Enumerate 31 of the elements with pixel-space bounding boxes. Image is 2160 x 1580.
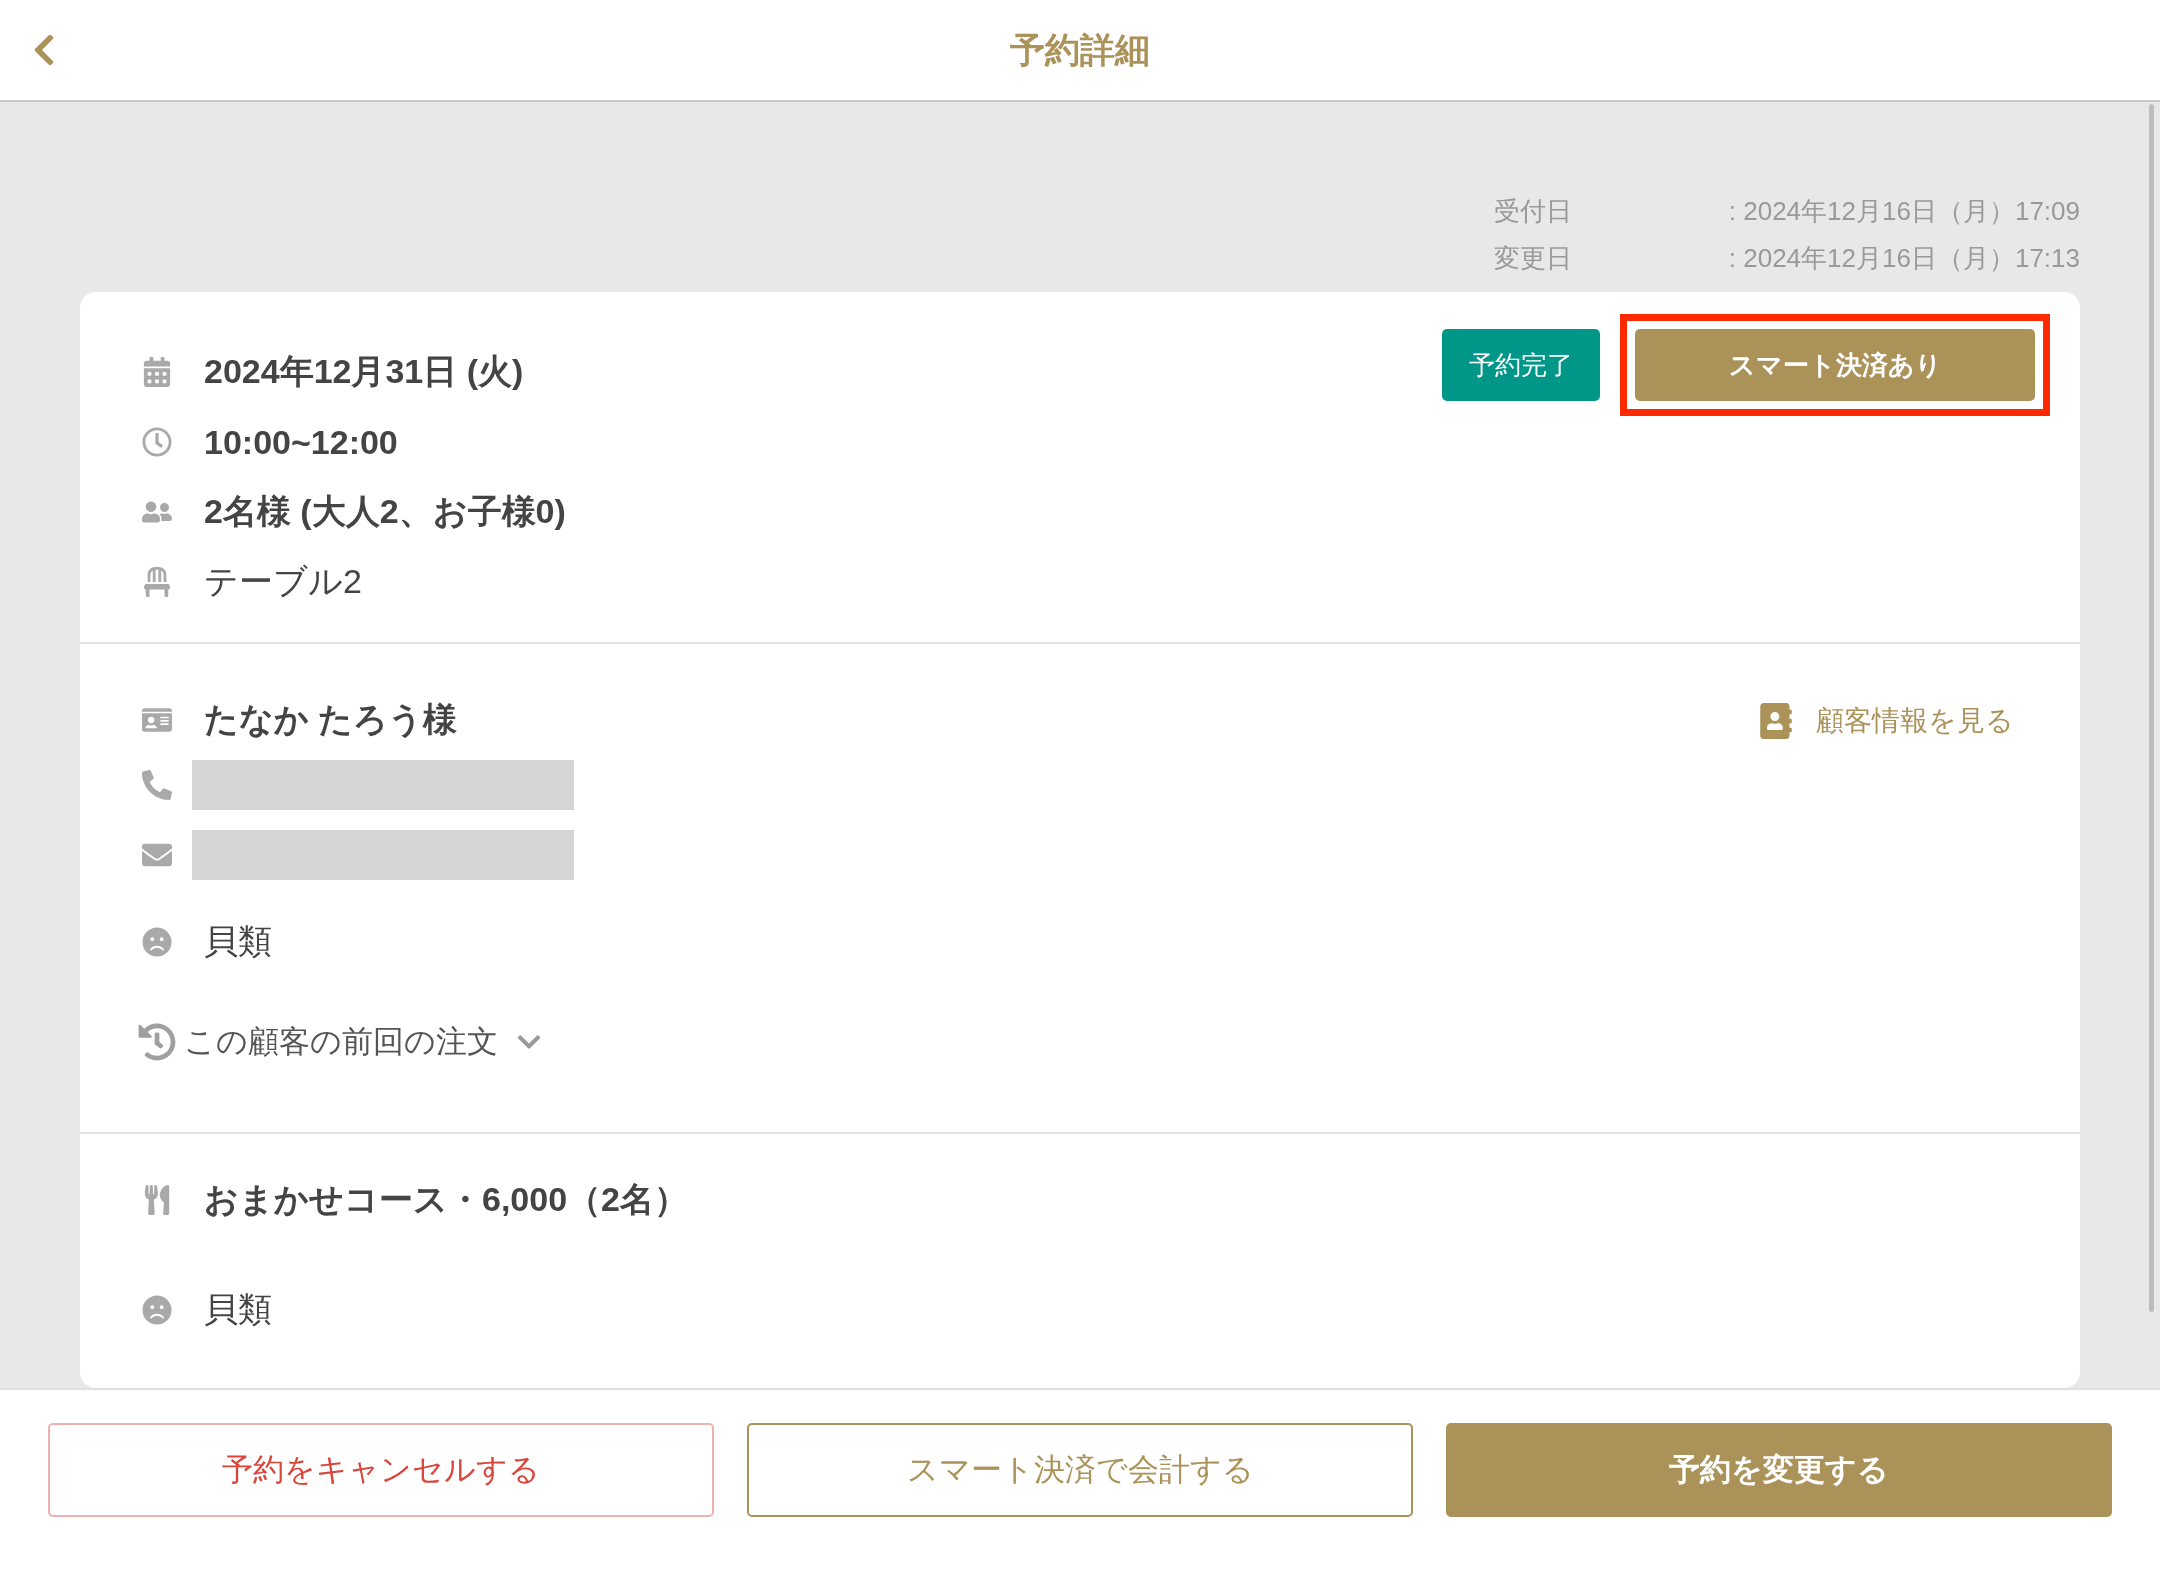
reservation-detail: テーブル2 (204, 561, 362, 602)
status-tag: 予約完了 (1442, 329, 1600, 401)
utensils-icon (142, 1185, 172, 1215)
clock-icon (142, 427, 172, 457)
phone-icon (142, 770, 172, 800)
customer-info-link[interactable]: 顧客情報を見る (1758, 700, 2014, 742)
action-button[interactable]: 予約を変更する (1446, 1423, 2112, 1517)
reservation-detail: 2024年12月31日 (火) (204, 351, 524, 392)
chair-icon (142, 567, 172, 597)
customer-name: たなか たろう様 (204, 699, 458, 740)
frown-icon (142, 1295, 172, 1325)
course-title: おまかせコース・6,000（2名） (204, 1179, 688, 1220)
previous-order-toggle[interactable]: この顧客の前回の注文 (138, 1021, 542, 1063)
history-icon (138, 1023, 176, 1061)
frown-icon (142, 927, 172, 957)
action-button[interactable]: 予約をキャンセルする (48, 1423, 714, 1517)
scrollbar-thumb[interactable] (2149, 104, 2154, 1312)
meta-value: : 2024年12月16日（月）17:09 (1728, 195, 2080, 228)
id-card-icon (142, 705, 172, 735)
allergy-text: 貝類 (204, 921, 272, 962)
meta-label: 変更日 (1493, 242, 1573, 275)
reservation-detail: 10:00~12:00 (204, 422, 398, 462)
status-tag: スマート決済あり (1635, 329, 2035, 401)
allergy-text: 貝類 (204, 1289, 272, 1330)
address-book-icon (1758, 703, 1794, 739)
action-button[interactable]: スマート決済で会計する (747, 1423, 1413, 1517)
calendar-icon (142, 357, 172, 387)
meta-label: 受付日 (1493, 195, 1573, 228)
reservation-detail: 2名様 (大人2、お子様0) (204, 491, 566, 532)
page-title: 予約詳細 (1010, 28, 1150, 71)
meta-value: : 2024年12月16日（月）17:13 (1728, 242, 2080, 275)
